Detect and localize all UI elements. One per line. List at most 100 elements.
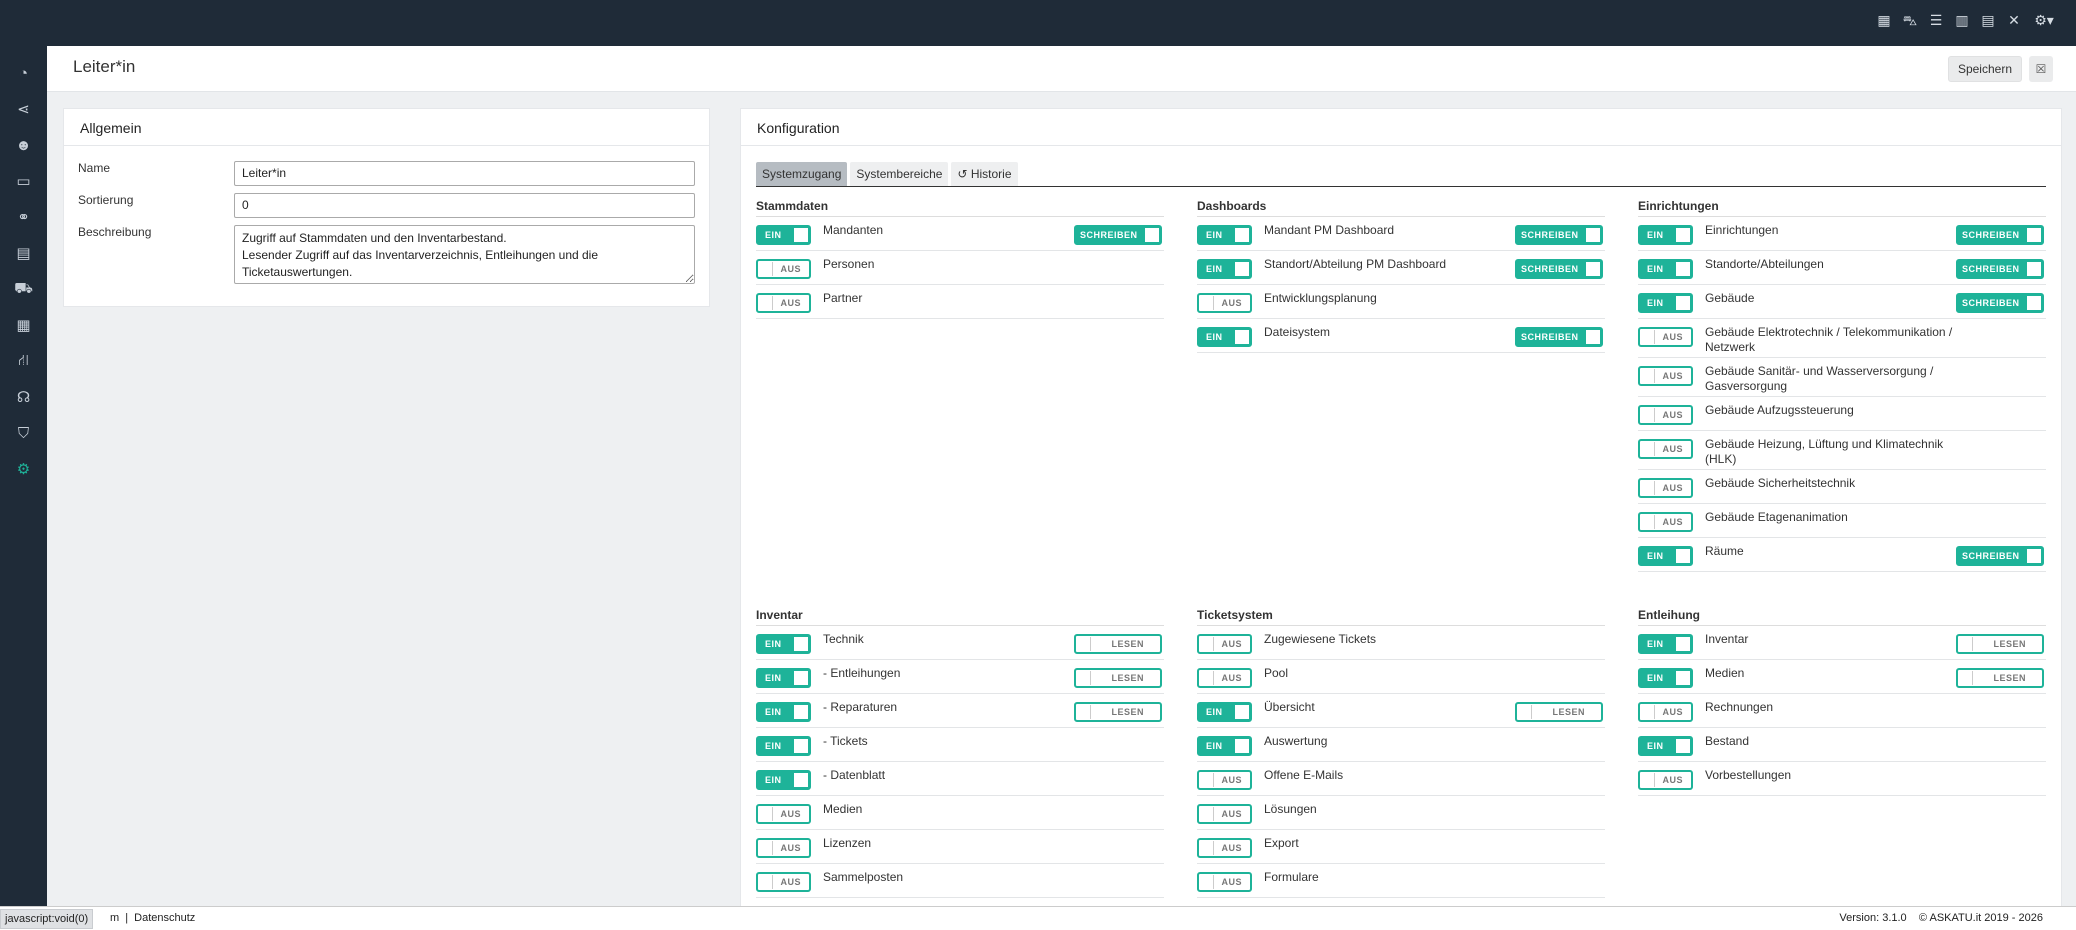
access-toggle[interactable]: AUS [756,838,811,858]
tab-systemzugang[interactable]: Systemzugang [756,162,848,186]
footer-link-partial[interactable]: m [110,912,119,924]
access-toggle[interactable]: EIN [756,702,811,722]
write-read-toggle[interactable]: SCHREIBEN [1956,546,2044,566]
access-toggle[interactable]: EIN [756,634,811,654]
name-input[interactable]: Leiter*in [234,161,695,186]
access-toggle[interactable]: EIN [1638,668,1693,688]
sidebar-item-handshake[interactable]: ⚭ [0,199,47,235]
access-toggle[interactable]: EIN [1197,702,1252,722]
access-toggle[interactable]: AUS [1197,293,1252,313]
access-toggle-label: EIN [1647,741,1664,751]
write-read-toggle[interactable]: SCHREIBEN [1956,293,2044,313]
access-toggle[interactable]: EIN [756,736,811,756]
sidebar-item-users[interactable]: ☻ [0,127,47,163]
write-read-toggle[interactable]: LESEN [1515,702,1603,722]
permission-row: AUS Gebäude Elektrotechnik / Telekommunik… [1638,319,2046,358]
toggle-knob [1676,739,1690,753]
write-read-toggle[interactable]: SCHREIBEN [1515,225,1603,245]
access-toggle[interactable]: EIN [756,225,811,245]
access-toggle[interactable]: AUS [1197,668,1252,688]
toggle-knob [1641,481,1655,495]
toggle-knob [1235,228,1249,242]
access-toggle[interactable]: AUS [756,872,811,892]
clipboard-icon[interactable]: ▥ [1954,12,1970,31]
access-toggle[interactable]: AUS [756,259,811,279]
access-toggle[interactable]: EIN [1197,225,1252,245]
sidebar-item-dashboard[interactable]: ◔ [0,55,47,91]
sidebar-item-support[interactable]: ☊ [0,379,47,415]
access-toggle[interactable]: EIN [756,770,811,790]
sidebar-item-file[interactable]: ▤ [0,235,47,271]
access-toggle[interactable]: EIN [1197,327,1252,347]
access-toggle-label: AUS [1662,444,1683,454]
sidebar-item-monitor[interactable]: ▭ [0,163,47,199]
tab-systembereiche[interactable]: Systembereiche [850,162,949,186]
access-toggle[interactable]: AUS [756,804,811,824]
toggle-knob [1641,442,1655,456]
access-toggle[interactable]: EIN [1638,293,1693,313]
write-read-toggle[interactable]: SCHREIBEN [1956,225,2044,245]
access-toggle[interactable]: EIN [756,668,811,688]
privacy-link[interactable]: Datenschutz [134,912,195,924]
access-toggle[interactable]: AUS [1638,478,1693,498]
list-icon[interactable]: ☰ [1928,12,1944,31]
access-toggle[interactable]: AUS [1197,634,1252,654]
permission-label: Gebäude Aufzugssteuerung [1705,403,1854,417]
write-read-toggle[interactable]: LESEN [1956,634,2044,654]
access-toggle[interactable]: EIN [1638,546,1693,566]
access-toggle[interactable]: AUS [1197,804,1252,824]
access-toggle[interactable]: AUS [1638,327,1693,347]
permission-label: Partner [823,291,863,305]
toggle-knob [1077,637,1091,651]
write-read-toggle[interactable]: SCHREIBEN [1515,259,1603,279]
write-read-toggle-label: LESEN [1552,707,1585,717]
access-toggle[interactable]: EIN [1638,736,1693,756]
access-toggle[interactable]: AUS [1197,872,1252,892]
access-toggle[interactable]: EIN [1197,259,1252,279]
access-toggle[interactable]: EIN [1638,259,1693,279]
write-read-toggle[interactable]: SCHREIBEN [1074,225,1162,245]
permission-label: Formulare [1264,870,1319,884]
access-toggle[interactable]: AUS [756,293,811,313]
sidebar-item-boxes[interactable]: ▦ [0,307,47,343]
document-icon[interactable]: ▤ [1980,12,1996,31]
write-read-toggle[interactable]: LESEN [1074,668,1162,688]
permission-row: AUS Vorbestellungen [1638,762,2046,796]
write-read-toggle[interactable]: LESEN [1074,702,1162,722]
sidebar-item-sitemap[interactable]: ⛙ [0,343,47,379]
tab-historie[interactable]: ↺ Historie [951,162,1018,186]
access-toggle-label: AUS [1662,483,1683,493]
boxes-icon: ▦ [16,317,31,334]
write-read-toggle[interactable]: LESEN [1074,634,1162,654]
access-toggle[interactable]: AUS [1638,770,1693,790]
sidebar-item-cart[interactable]: ⛟ [0,271,47,307]
car-icon[interactable]: ⛍ [1902,12,1918,31]
sidebar-item-share[interactable]: ⋖ [0,91,47,127]
access-toggle[interactable]: EIN [1638,634,1693,654]
access-toggle[interactable]: AUS [1638,512,1693,532]
toggle-knob [1676,296,1690,310]
access-toggle[interactable]: AUS [1197,770,1252,790]
permission-row: AUS Medien [756,796,1164,830]
access-toggle[interactable]: AUS [1638,439,1693,459]
description-textarea[interactable] [234,225,695,284]
access-toggle[interactable]: AUS [1638,702,1693,722]
close-icon[interactable]: ☒ [2029,56,2053,82]
access-toggle[interactable]: AUS [1638,366,1693,386]
access-toggle[interactable]: EIN [1638,225,1693,245]
access-toggle[interactable]: AUS [1197,838,1252,858]
access-toggle[interactable]: AUS [1638,405,1693,425]
save-button[interactable]: Speichern [1947,56,2022,82]
sort-input[interactable]: 0 [234,193,695,218]
sidebar-item-shield[interactable]: ⛉ [0,415,47,451]
tools-icon[interactable]: ✕ [2006,12,2022,31]
write-read-toggle[interactable]: LESEN [1956,668,2044,688]
access-toggle[interactable]: EIN [1197,736,1252,756]
write-read-toggle[interactable]: SCHREIBEN [1956,259,2044,279]
calendar-icon[interactable]: ▦ [1876,12,1892,31]
settings-dropdown-icon[interactable]: ⚙▾ [2032,12,2056,31]
sidebar-item-cogs[interactable]: ⚙ [0,451,47,487]
permission-row: AUS Formulare [1197,864,1605,898]
toggle-knob [1959,671,1973,685]
write-read-toggle[interactable]: SCHREIBEN [1515,327,1603,347]
